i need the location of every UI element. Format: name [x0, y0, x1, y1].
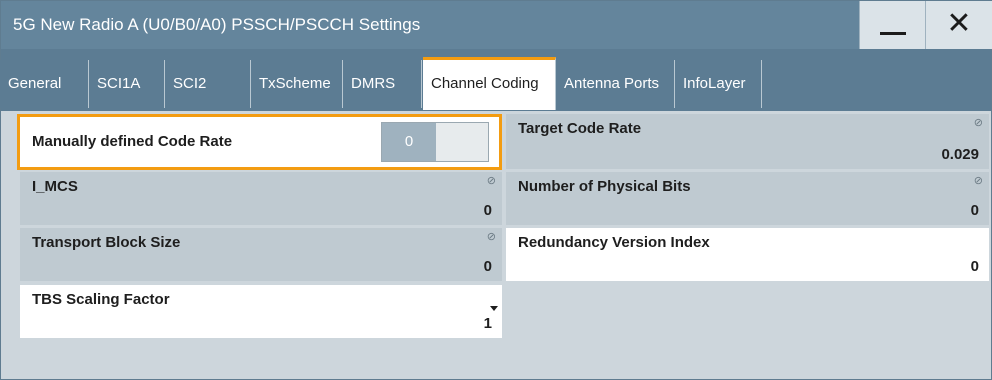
tab-label: General — [8, 75, 62, 92]
transport-block-size-label: Transport Block Size — [32, 234, 181, 251]
manual-code-rate-label: Manually defined Code Rate — [32, 133, 233, 150]
physical-bits-field: Number of Physical Bits ⊘ 0 — [506, 172, 989, 225]
physical-bits-value: 0 — [970, 202, 979, 219]
tab-label: TxScheme — [259, 75, 331, 92]
tab-sci2[interactable]: SCI2 — [165, 60, 251, 108]
tab-sci1a[interactable]: SCI1A — [89, 60, 165, 108]
dropdown-arrow-icon[interactable] — [490, 306, 498, 311]
lock-icon: ⊘ — [486, 175, 496, 187]
close-icon: ✕ — [946, 7, 972, 40]
lock-icon: ⊘ — [973, 117, 983, 129]
target-code-rate-value: 0.029 — [941, 146, 979, 163]
redundancy-version-label: Redundancy Version Index — [518, 234, 710, 251]
minimize-button[interactable] — [859, 1, 926, 49]
redundancy-version-field[interactable]: Redundancy Version Index 0 — [506, 228, 989, 281]
tab-txscheme[interactable]: TxScheme — [251, 60, 343, 108]
tab-label: DMRS — [351, 75, 396, 92]
window-title: 5G New Radio A (U0/B0/A0) PSSCH/PSCCH Se… — [13, 15, 421, 34]
tab-general[interactable]: General — [0, 60, 89, 108]
toggle-knob: 0 — [382, 123, 436, 161]
tbs-scaling-field[interactable]: TBS Scaling Factor 1 — [20, 285, 502, 338]
physical-bits-label: Number of Physical Bits — [518, 178, 691, 195]
target-code-rate-label: Target Code Rate — [518, 120, 642, 137]
lock-icon: ⊘ — [486, 231, 496, 243]
tab-infolayer[interactable]: InfoLayer — [675, 60, 762, 108]
manual-code-rate-field: Manually defined Code Rate 0 — [17, 114, 502, 170]
minimize-icon — [880, 32, 906, 35]
tab-label: SCI1A — [97, 75, 141, 92]
i-mcs-value: 0 — [483, 202, 492, 219]
tbs-scaling-value: 1 — [483, 315, 492, 332]
manual-code-rate-toggle[interactable]: 0 — [381, 122, 489, 162]
title-bar: 5G New Radio A (U0/B0/A0) PSSCH/PSCCH Se… — [1, 1, 992, 49]
tab-antenna-ports[interactable]: Antenna Ports — [556, 60, 675, 108]
tab-label: InfoLayer — [683, 75, 746, 92]
tab-channel-coding[interactable]: Channel Coding — [423, 57, 556, 110]
close-button[interactable]: ✕ — [925, 1, 992, 49]
i-mcs-field: I_MCS ⊘ 0 — [20, 172, 502, 225]
tab-label: SCI2 — [173, 75, 207, 92]
tab-label: Channel Coding — [431, 75, 539, 92]
lock-icon: ⊘ — [973, 175, 983, 187]
target-code-rate-field: Target Code Rate ⊘ 0.029 — [506, 114, 989, 169]
transport-block-size-field: Transport Block Size ⊘ 0 — [20, 228, 502, 281]
tbs-scaling-label: TBS Scaling Factor — [32, 291, 170, 308]
tab-label: Antenna Ports — [564, 75, 660, 92]
redundancy-version-value: 0 — [970, 258, 979, 275]
i-mcs-label: I_MCS — [32, 178, 78, 195]
transport-block-size-value: 0 — [483, 258, 492, 275]
tab-dmrs[interactable]: DMRS — [343, 60, 422, 108]
